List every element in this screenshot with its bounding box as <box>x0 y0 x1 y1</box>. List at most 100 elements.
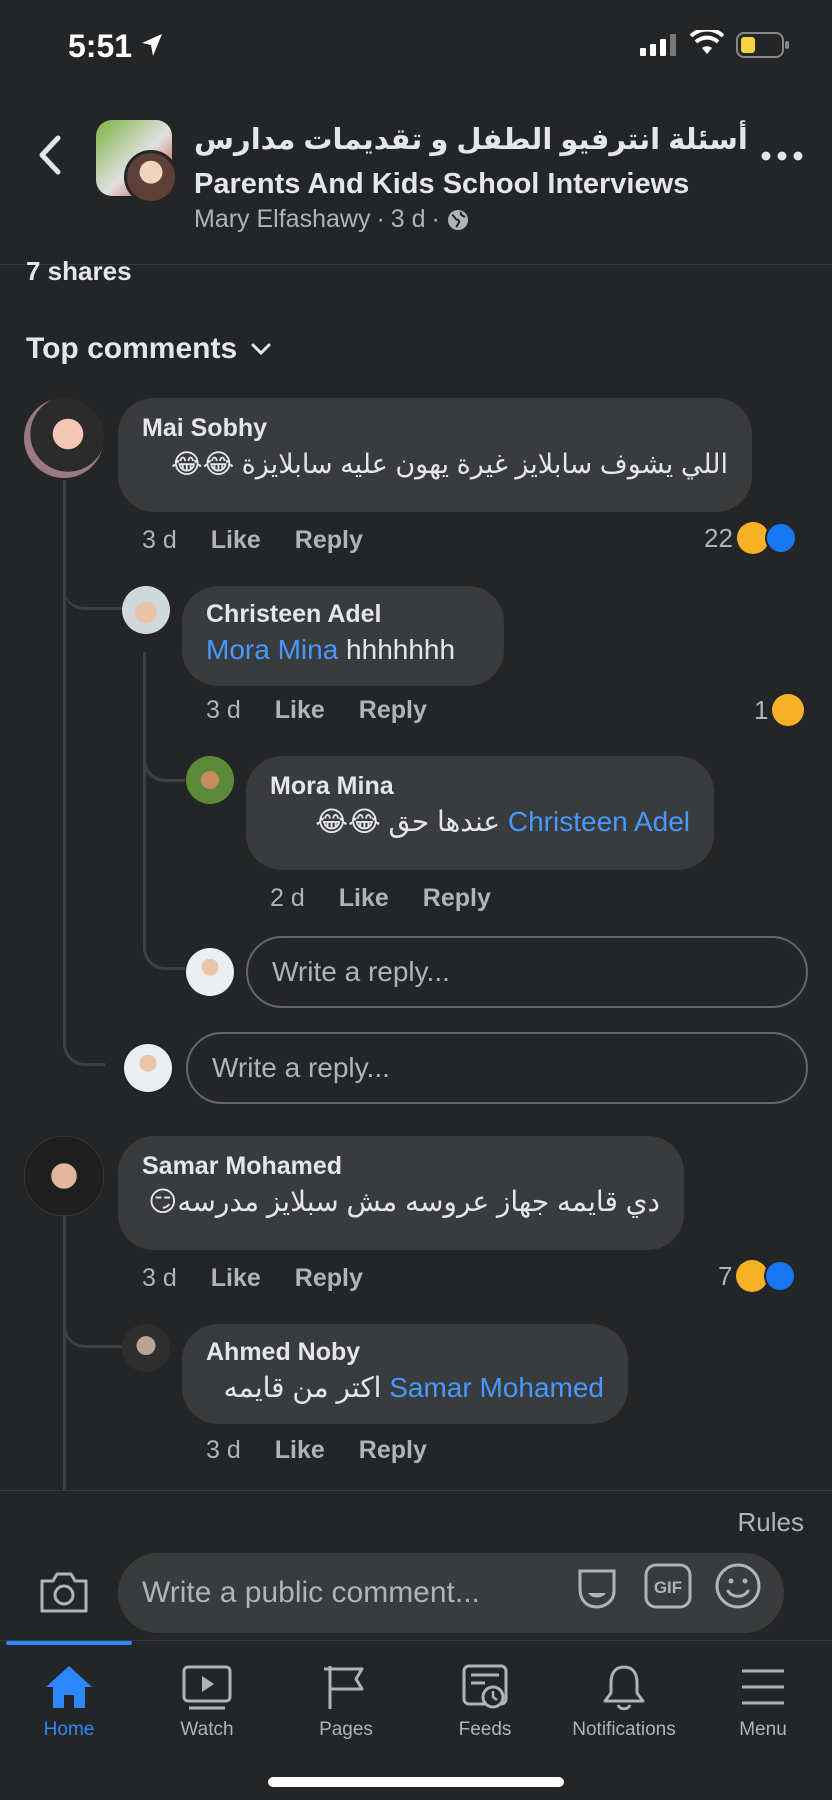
camera-icon[interactable] <box>38 1569 90 1615</box>
status-bar: 5:51 <box>0 0 832 90</box>
reply-button[interactable]: Reply <box>295 526 363 555</box>
tab-feeds[interactable]: Feeds <box>416 1663 554 1741</box>
mention-link[interactable]: Mora Mina <box>206 634 338 665</box>
comment-author[interactable]: Samar Mohamed <box>142 1150 660 1182</box>
mention-link[interactable]: Christeen Adel <box>508 806 690 837</box>
thread-connector <box>63 1300 123 1348</box>
reply-input[interactable]: Write a reply... <box>186 1032 808 1104</box>
svg-text:GIF: GIF <box>654 1578 682 1597</box>
like-button[interactable]: Like <box>211 526 261 555</box>
comment-text: Mora Mina hhhhhhh <box>206 634 456 665</box>
comment-placeholder: Write a public comment... <box>142 1576 480 1609</box>
avatar[interactable] <box>186 756 234 804</box>
comment-time: 3 d <box>206 1436 241 1464</box>
reply-button[interactable]: Reply <box>359 696 427 725</box>
tab-home[interactable]: Home <box>0 1663 138 1741</box>
cellular-signal-icon <box>640 34 676 56</box>
comment-author[interactable]: Mai Sobhy <box>142 412 728 444</box>
emoji-icon[interactable] <box>714 1562 762 1610</box>
comment-sort-dropdown[interactable]: Top comments <box>26 332 271 366</box>
group-title[interactable]: أسئلة انترفيو الطفل و تقديمات مدارس Pare… <box>194 118 754 206</box>
like-button[interactable]: Like <box>339 884 389 913</box>
reply-placeholder: Write a reply... <box>212 1052 390 1083</box>
mention-link[interactable]: Samar Mohamed <box>389 1372 604 1403</box>
tab-menu[interactable]: Menu <box>694 1663 832 1741</box>
thread-line <box>143 652 146 932</box>
flag-icon <box>324 1666 364 1709</box>
home-icon <box>46 1666 92 1708</box>
comment-actions: 3 d Like Reply <box>142 1264 363 1293</box>
thread-connector <box>63 1020 105 1066</box>
bell-icon <box>603 1665 645 1711</box>
my-avatar <box>186 948 234 996</box>
avatar[interactable] <box>122 586 170 634</box>
rules-link[interactable]: Rules <box>738 1507 804 1538</box>
wifi-icon <box>690 30 724 54</box>
like-reaction-icon <box>764 1260 797 1292</box>
reaction-count: 7 <box>718 1260 733 1291</box>
comment-time: 2 d <box>270 884 305 912</box>
like-reaction-icon <box>764 522 797 554</box>
reaction-summary[interactable]: 1 <box>754 694 805 726</box>
bottom-tab-bar: Home Watch Pages Feeds Notifications Men… <box>0 1640 832 1800</box>
comment-actions: 2 d Like Reply <box>270 884 491 913</box>
avatar[interactable] <box>122 1324 170 1372</box>
thread-connector <box>143 924 185 970</box>
avatar[interactable] <box>24 398 104 478</box>
comment-composer: Rules Write a public comment... GIF <box>0 1490 832 1640</box>
gif-icon[interactable]: GIF <box>644 1563 692 1609</box>
avatar[interactable] <box>24 1136 104 1216</box>
group-title-english: Parents And Kids School Interviews <box>194 168 690 200</box>
comment-author[interactable]: Mora Mina <box>270 770 690 802</box>
reaction-summary[interactable]: 7 <box>718 1260 797 1292</box>
like-button[interactable]: Like <box>275 1436 325 1465</box>
location-arrow-icon <box>142 34 162 56</box>
menu-icon <box>742 1669 784 1705</box>
tab-pages[interactable]: Pages <box>277 1663 415 1741</box>
comment-bubble: Christeen Adel Mora Mina hhhhhhh <box>182 586 504 686</box>
comment-bubble: Samar Mohamed دي قايمه جهاز عروسه مش سبل… <box>118 1136 684 1250</box>
comment-actions: 3 d Like Reply <box>142 526 363 555</box>
comment-text: دي قايمه جهاز عروسه مش سبلايز مدرسه😏 <box>148 1186 660 1217</box>
reply-button[interactable]: Reply <box>359 1436 427 1465</box>
composer-tools: GIF <box>572 1561 762 1611</box>
reply-button[interactable]: Reply <box>295 1264 363 1293</box>
tab-notifications[interactable]: Notifications <box>555 1663 693 1741</box>
tab-watch[interactable]: Watch <box>138 1663 276 1741</box>
post-meta: Mary Elfashawy · 3 d · <box>194 205 470 234</box>
like-button[interactable]: Like <box>275 696 325 725</box>
reply-input[interactable]: Write a reply... <box>246 936 808 1008</box>
reaction-count: 22 <box>704 522 733 553</box>
author-name[interactable]: Mary Elfashawy <box>194 205 370 234</box>
public-comment-input[interactable]: Write a public comment... GIF <box>118 1553 784 1633</box>
comment-bubble: Mora Mina Christeen Adel عندها حق 😂😂 <box>246 756 714 870</box>
comment-actions: 3 d Like Reply <box>206 1436 427 1465</box>
battery-icon <box>736 32 789 58</box>
comment-author[interactable]: Christeen Adel <box>206 598 480 630</box>
more-options-icon[interactable] <box>760 146 804 166</box>
thread-line <box>63 1215 66 1490</box>
comment-text: Samar Mohamed اكتر من قايمه <box>223 1372 604 1403</box>
shares-count[interactable]: 7 shares <box>26 256 132 287</box>
comment-actions: 3 d Like Reply <box>206 696 427 725</box>
comment-sort-label: Top comments <box>26 332 238 365</box>
avatar-sticker-icon[interactable] <box>572 1561 622 1611</box>
comment-bubble: Mai Sobhy اللي يشوف سابلايز غيرة يهون عل… <box>118 398 752 512</box>
reaction-summary[interactable]: 22 <box>704 522 797 554</box>
active-tab-indicator <box>6 1641 132 1645</box>
status-time: 5:51 <box>68 28 133 64</box>
comment-bubble: Ahmed Noby Samar Mohamed اكتر من قايمه <box>182 1324 628 1424</box>
watch-icon <box>182 1665 232 1710</box>
group-title-arabic: أسئلة انترفيو الطفل و تقديمات مدارس <box>194 124 748 156</box>
comment-time: 3 d <box>142 526 177 554</box>
thread-connector <box>143 740 185 782</box>
post-time: 3 d <box>390 205 426 233</box>
haha-reaction-icon <box>772 694 805 726</box>
comment-author[interactable]: Ahmed Noby <box>206 1336 604 1368</box>
comment-time: 3 d <box>206 696 241 724</box>
author-avatar[interactable] <box>124 150 178 204</box>
reply-button[interactable]: Reply <box>423 884 491 913</box>
like-button[interactable]: Like <box>211 1264 261 1293</box>
back-chevron-icon[interactable] <box>30 130 70 180</box>
feeds-icon <box>462 1664 508 1709</box>
